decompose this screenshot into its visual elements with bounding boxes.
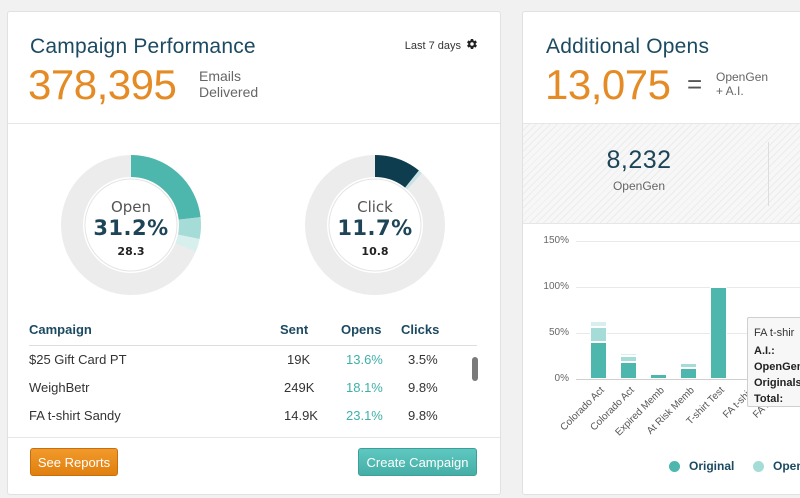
tooltip-row: Total: [754, 393, 784, 405]
table-row[interactable]: WeighBetr 249K 18.1% 9.8% [29, 374, 477, 402]
tooltip-row: A.I.: [754, 345, 775, 357]
date-range-selector[interactable]: Last 7 days [405, 38, 478, 53]
card-title: Campaign Performance [30, 35, 256, 58]
emails-delivered-count: 378,395 [28, 61, 177, 108]
legend-dot [753, 460, 764, 472]
legend-label: Original [689, 459, 735, 473]
column-header-sent[interactable]: Sent [280, 322, 308, 346]
footer-divider [8, 437, 500, 438]
column-header-campaign[interactable]: Campaign [29, 322, 92, 346]
bar-original[interactable] [680, 367, 697, 379]
chart-tooltip: FA t-shir A.I.: OpenGen Originals Total: [747, 317, 800, 407]
column-header-opens[interactable]: Opens [341, 322, 381, 346]
campaign-name[interactable]: WeighBetr [29, 380, 89, 395]
campaign-performance-card: Campaign Performance Last 7 days 378,395… [7, 11, 501, 495]
stat-divider [768, 142, 769, 206]
tooltip-row: Originals [754, 377, 800, 389]
bar-series-2[interactable] [650, 371, 667, 374]
open-label: Open [110, 198, 152, 216]
opengen-stat-band: 8,232 OpenGen [523, 123, 800, 224]
table-scrollbar[interactable] [472, 357, 478, 381]
click-percent: 11.7% [337, 216, 413, 240]
open-sub-value: 28.3 [117, 245, 145, 258]
bar-original[interactable] [650, 374, 667, 379]
bar-series-2[interactable] [680, 361, 697, 364]
card-title: Additional Opens [546, 35, 710, 58]
bar-original[interactable] [710, 287, 727, 379]
additional-opens-card: Additional Opens 13,075 = OpenGen + A.I.… [522, 11, 800, 495]
emails-delivered-caption: Emails Delivered [199, 68, 259, 100]
see-reports-button[interactable]: See Reports [30, 448, 118, 476]
date-range-label: Last 7 days [404, 39, 461, 52]
campaign-name[interactable]: FA t-shirt Sandy [29, 408, 121, 423]
gridline [576, 287, 800, 288]
gear-icon[interactable] [466, 38, 478, 53]
legend-label: Open [773, 459, 800, 473]
table-row[interactable]: $25 Gift Card PT 19K 13.6% 3.5% [29, 346, 477, 374]
campaign-sent: 19K [287, 352, 311, 367]
campaign-sent: 249K [284, 380, 315, 395]
campaign-name[interactable]: $25 Gift Card PT [29, 352, 127, 367]
table-fade [29, 432, 477, 448]
campaign-clicks: 9.8% [408, 408, 438, 423]
click-label: Click [357, 198, 393, 216]
bar-original[interactable] [620, 362, 637, 379]
opengen-label: OpenGen [612, 179, 666, 193]
bar-series-2[interactable] [620, 353, 637, 356]
bar-opengen[interactable] [620, 356, 637, 363]
y-tick-label: 100% [543, 281, 569, 292]
create-campaign-button[interactable]: Create Campaign [358, 448, 477, 476]
opengen-stat: 8,232 OpenGen [559, 146, 719, 208]
campaign-clicks: 3.5% [408, 352, 438, 367]
additional-opens-caption: OpenGen + A.I. [716, 70, 769, 98]
campaign-clicks: 9.8% [408, 380, 438, 395]
equals-sign: = [687, 69, 703, 99]
tooltip-row: OpenGen [754, 361, 800, 373]
legend-dot [669, 460, 680, 472]
header-divider [8, 123, 500, 124]
campaign-opens: 23.1% [346, 408, 383, 423]
y-tick-label: 0% [554, 373, 569, 384]
legend-item-opengen[interactable]: Open [753, 459, 800, 473]
opengen-value: 8,232 [606, 146, 672, 174]
additional-opens-count: 13,075 [545, 61, 671, 108]
campaign-opens: 13.6% [346, 352, 383, 367]
y-tick-label: 50% [548, 327, 569, 338]
tooltip-title: FA t-shir [754, 327, 795, 339]
campaign-opens: 18.1% [346, 380, 383, 395]
click-sub-value: 10.8 [361, 245, 389, 258]
gridline [576, 241, 800, 242]
column-header-clicks[interactable]: Clicks [401, 322, 439, 346]
table-row[interactable]: FA t-shirt Sandy 14.9K 23.1% 9.8% [29, 402, 477, 430]
click-rate-donut: Click 11.7% 10.8 [304, 154, 446, 296]
y-tick-label: 150% [543, 235, 569, 246]
open-percent: 31.2% [93, 216, 169, 240]
bar-opengen[interactable] [590, 327, 607, 343]
bar-original[interactable] [590, 342, 607, 379]
bar-opengen[interactable] [680, 363, 697, 368]
open-rate-donut: Open 31.2% 28.3 [60, 154, 202, 296]
bar-series-2[interactable] [590, 321, 607, 328]
legend-item-original[interactable]: Original [669, 459, 734, 473]
campaign-sent: 14.9K [284, 408, 318, 423]
